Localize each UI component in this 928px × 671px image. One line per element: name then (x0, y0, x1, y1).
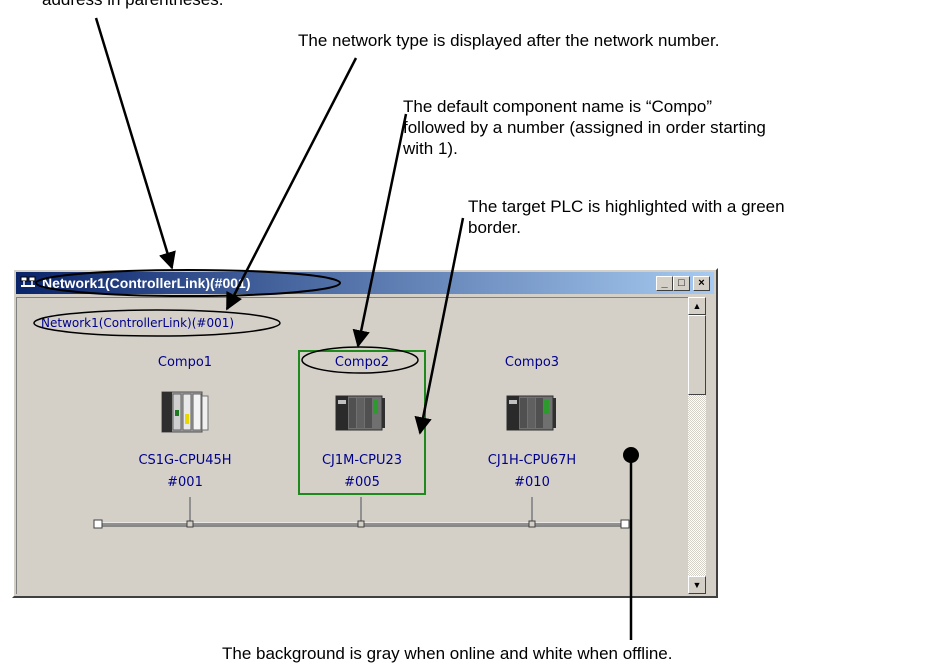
window-title: Network1(ControllerLink)(#001) (42, 275, 251, 291)
annotation-background: The background is gray when online and w… (222, 644, 673, 663)
annotation-target-plc-line2: border. (468, 218, 521, 237)
annotation-component-name-line2: followed by a number (assigned in order … (403, 118, 766, 137)
annotation-network-type: The network type is displayed after the … (298, 31, 720, 50)
scroll-up-button[interactable]: ▲ (688, 297, 706, 315)
annotation-top-fragment: address in parentheses. (42, 0, 223, 10)
maximize-button[interactable]: □ (673, 276, 690, 291)
vertical-scrollbar[interactable]: ▲ ▼ (688, 297, 706, 594)
annotation-target-plc: The target PLC is highlighted with a gre… (468, 196, 785, 238)
window-titlebar[interactable]: Network1(ControllerLink)(#001) _ □ × (16, 272, 714, 294)
scroll-thumb[interactable] (688, 315, 706, 395)
network-icon (20, 276, 36, 287)
minimize-button[interactable]: _ (656, 276, 673, 291)
annotation-component-name-line3: with 1). (403, 139, 458, 158)
annotation-component-name: The default component name is “Compo” fo… (403, 96, 766, 159)
arrow-title (94, 17, 176, 270)
close-button[interactable]: × (693, 276, 710, 291)
annotation-component-name-line1: The default component name is “Compo” (403, 97, 712, 116)
annotation-target-plc-line1: The target PLC is highlighted with a gre… (468, 197, 785, 216)
scroll-down-button[interactable]: ▼ (688, 576, 706, 594)
network-canvas[interactable]: Network1(ControllerLink)(#001) Compo1 CS… (16, 297, 688, 594)
network-bus (93, 497, 630, 529)
network-window: Network1(ControllerLink)(#001) _ □ × Net… (12, 268, 718, 598)
